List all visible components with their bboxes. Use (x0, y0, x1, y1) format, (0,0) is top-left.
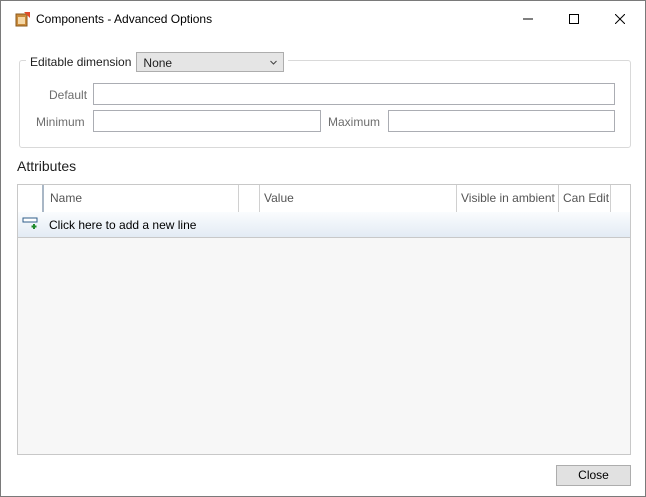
minimize-button[interactable] (505, 1, 551, 37)
minimize-icon (523, 18, 533, 20)
minimum-field[interactable] (93, 110, 321, 132)
editable-dimension-select[interactable]: None (136, 52, 285, 72)
attributes-title: Attributes (17, 158, 77, 174)
add-new-line-text: Click here to add a new line (49, 218, 197, 232)
app-icon (15, 11, 31, 27)
row-header-corner (18, 185, 44, 212)
maximize-button[interactable] (551, 1, 597, 37)
editable-dimension-label: Editable dimension (30, 55, 132, 69)
attributes-grid[interactable]: Name Value Visible in ambient Can Edit C… (17, 184, 631, 455)
dialog-window: Components - Advanced Options Editable d… (0, 0, 646, 497)
column-header-value[interactable]: Value (260, 185, 457, 212)
maximum-label: Maximum (328, 115, 381, 129)
window-title: Components - Advanced Options (36, 12, 213, 26)
column-header-can-edit[interactable]: Can Edit (559, 185, 611, 212)
close-icon (615, 14, 625, 24)
add-row-icon (22, 216, 40, 233)
column-header-blank[interactable] (239, 185, 260, 212)
editable-dimension-value: None (143, 56, 173, 70)
close-window-button[interactable] (597, 1, 643, 37)
column-header-name[interactable]: Name (46, 185, 239, 212)
dimension-groupbox-header: Editable dimension None (26, 51, 289, 73)
grid-header: Name Value Visible in ambient Can Edit (18, 185, 630, 213)
close-button[interactable]: Close (556, 465, 631, 486)
default-label: Default (49, 88, 88, 102)
add-new-line-row[interactable]: Click here to add a new line (18, 212, 630, 238)
column-header-visible-in-ambient[interactable]: Visible in ambient (457, 185, 559, 212)
title-bar[interactable]: Components - Advanced Options (1, 1, 645, 37)
default-field[interactable] (93, 83, 615, 105)
maximum-field[interactable] (388, 110, 615, 132)
chevron-down-icon (270, 57, 278, 71)
minimum-label: Minimum (36, 115, 85, 129)
maximize-icon (569, 14, 579, 24)
